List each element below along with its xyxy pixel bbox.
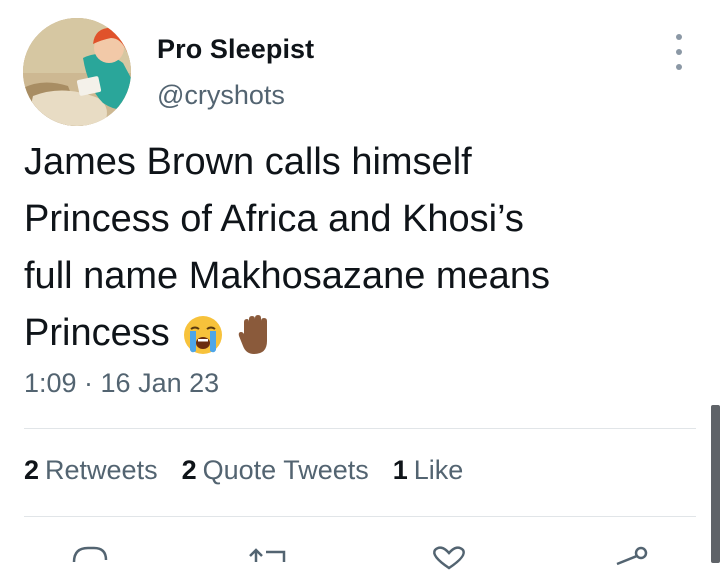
quote-tweets-count: 2 xyxy=(181,455,197,485)
tweet-text: James Brown calls himself Princess of Af… xyxy=(24,134,684,362)
tweet-text-line: James Brown calls himself xyxy=(24,141,472,183)
tweet-text-line: full name Makhosazane means xyxy=(24,255,550,297)
quote-tweets-stat[interactable]: 2 Quote Tweets xyxy=(182,455,369,486)
tweet-text-line: Princess of Africa and Khosi’s xyxy=(24,198,524,240)
likes-stat[interactable]: 1 Like xyxy=(393,455,464,486)
divider xyxy=(24,516,696,517)
author-display-name[interactable]: Pro Sleepist xyxy=(157,34,314,65)
scrollbar[interactable] xyxy=(711,405,720,563)
retweet-icon[interactable] xyxy=(244,540,292,570)
likes-count: 1 xyxy=(392,455,408,485)
share-icon[interactable] xyxy=(607,540,655,570)
tweet-timestamp[interactable]: 1:09 · 16 Jan 23 xyxy=(24,368,219,399)
avatar-image xyxy=(23,18,131,126)
like-icon[interactable] xyxy=(425,540,473,570)
retweets-count: 2 xyxy=(24,455,40,485)
emoji-row xyxy=(182,314,276,356)
author-handle[interactable]: @cryshots xyxy=(157,80,285,111)
more-options-icon[interactable] xyxy=(667,34,691,70)
reply-icon[interactable] xyxy=(66,540,114,570)
tweet-stats: 2 Retweets 2 Quote Tweets 1 Like xyxy=(24,455,463,486)
likes-label: Like xyxy=(413,455,464,485)
retweets-label: Retweets xyxy=(45,455,158,485)
retweets-stat[interactable]: 2 Retweets xyxy=(24,455,158,486)
tweet-text-line: Princess xyxy=(24,312,170,354)
tweet-text-line-last: Princess xyxy=(24,305,684,362)
divider xyxy=(24,428,696,429)
raised-hand-icon xyxy=(238,314,267,354)
quote-tweets-label: Quote Tweets xyxy=(202,455,369,485)
loudly-crying-face-icon xyxy=(183,315,222,354)
avatar[interactable] xyxy=(23,18,131,126)
